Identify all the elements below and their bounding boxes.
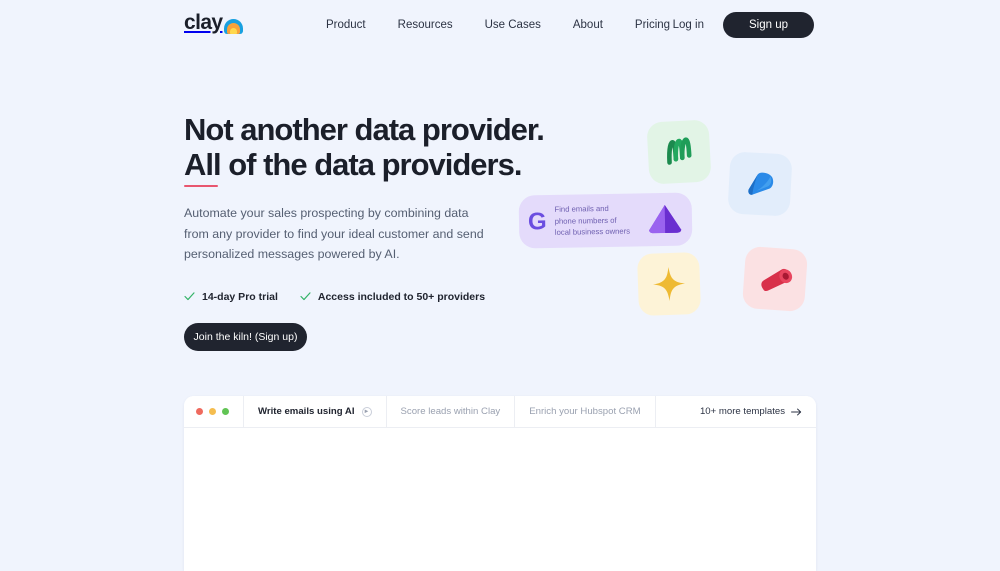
red-cylinder-card: [741, 245, 809, 313]
clay-m-squiggle-icon: [667, 137, 692, 165]
header-actions: Log in Sign up: [673, 0, 814, 50]
nav-item-use-cases[interactable]: Use Cases: [485, 19, 541, 31]
nav-item-product[interactable]: Product: [326, 19, 366, 31]
headline-line-2-rest: of the data providers.: [220, 147, 522, 182]
clay-cone-icon: [748, 172, 774, 195]
panel-tabbar: Write emails using AI ► Score leads with…: [184, 396, 816, 428]
tab-label: Write emails using AI: [258, 406, 355, 417]
headline-line-2: All: [184, 147, 222, 187]
green-squiggle-card: [646, 119, 712, 185]
check-icon: [300, 292, 311, 301]
purple-card-text: Find emails and phone numbers of local b…: [554, 203, 639, 239]
close-window-button[interactable]: [196, 408, 203, 415]
google-g-icon: G: [527, 207, 547, 235]
nav-item-pricing[interactable]: Pricing: [635, 19, 670, 31]
feature-label: Access included to 50+ providers: [317, 290, 486, 303]
blue-cone-card: [727, 151, 793, 217]
clay-sparkle-icon: [653, 267, 685, 301]
purple-card-line-2: phone numbers of: [554, 215, 617, 226]
hero-feature-list: 14-day Pro trial Access included to 50+ …: [184, 291, 584, 303]
nav-item-about[interactable]: About: [573, 19, 603, 31]
feature-label: 14-day Pro trial: [202, 290, 278, 303]
site-header: clay Product Resources Use Cases About P…: [0, 0, 1000, 50]
template-preview-panel: Write emails using AI ► Score leads with…: [184, 396, 816, 571]
gold-sparkle-card: [636, 251, 702, 317]
hero-subheadline: Automate your sales prospecting by combi…: [184, 206, 484, 261]
nav-item-resources[interactable]: Resources: [398, 19, 453, 31]
tab-label: Enrich your Hubspot CRM: [529, 406, 641, 417]
purple-card-line-1: Find emails and: [554, 204, 609, 215]
tab-score-leads-within-clay[interactable]: Score leads within Clay: [385, 396, 515, 427]
logo-link[interactable]: clay: [184, 11, 244, 34]
tabbar-spacer: [654, 396, 686, 427]
feature-item: 14-day Pro trial: [184, 291, 278, 303]
maximize-window-button[interactable]: [222, 408, 229, 415]
google-maps-enrichment-card: G Find emails and phone numbers of local…: [518, 192, 693, 249]
join-kiln-signup-button[interactable]: Join the kiln! (Sign up): [184, 322, 307, 351]
more-templates-label: 10+ more templates: [699, 406, 785, 417]
panel-content-area: [184, 428, 816, 571]
clay-pyramid-icon: [649, 204, 682, 233]
tab-enrich-your-hubspot-crm[interactable]: Enrich your Hubspot CRM: [514, 396, 654, 427]
headline-line-1: Not another data provider.: [184, 112, 545, 147]
signup-button[interactable]: Sign up: [722, 12, 814, 38]
purple-card-line-3: local business owners: [554, 226, 631, 238]
logo-text: clay: [184, 11, 223, 34]
play-circle-icon[interactable]: ►: [361, 406, 372, 417]
minimize-window-button[interactable]: [209, 408, 216, 415]
tab-label: Score leads within Clay: [400, 406, 501, 417]
page-title: Not another data provider. All of the da…: [184, 112, 584, 187]
check-icon: [184, 292, 195, 301]
headline-underline-accent: [184, 184, 218, 187]
clay-cylinder-icon: [761, 268, 793, 292]
login-link[interactable]: Log in: [673, 19, 704, 31]
main-nav: Product Resources Use Cases About Pricin…: [326, 0, 670, 50]
headline-underlined-word: All: [184, 147, 222, 182]
window-controls: [184, 396, 243, 427]
kiln-logo-icon: [224, 18, 244, 34]
feature-item: Access included to 50+ providers: [300, 291, 485, 303]
more-templates-link[interactable]: 10+ more templates: [686, 396, 816, 427]
tab-write-emails-using-ai[interactable]: Write emails using AI ►: [243, 396, 386, 427]
arrow-right-icon: [791, 408, 802, 415]
